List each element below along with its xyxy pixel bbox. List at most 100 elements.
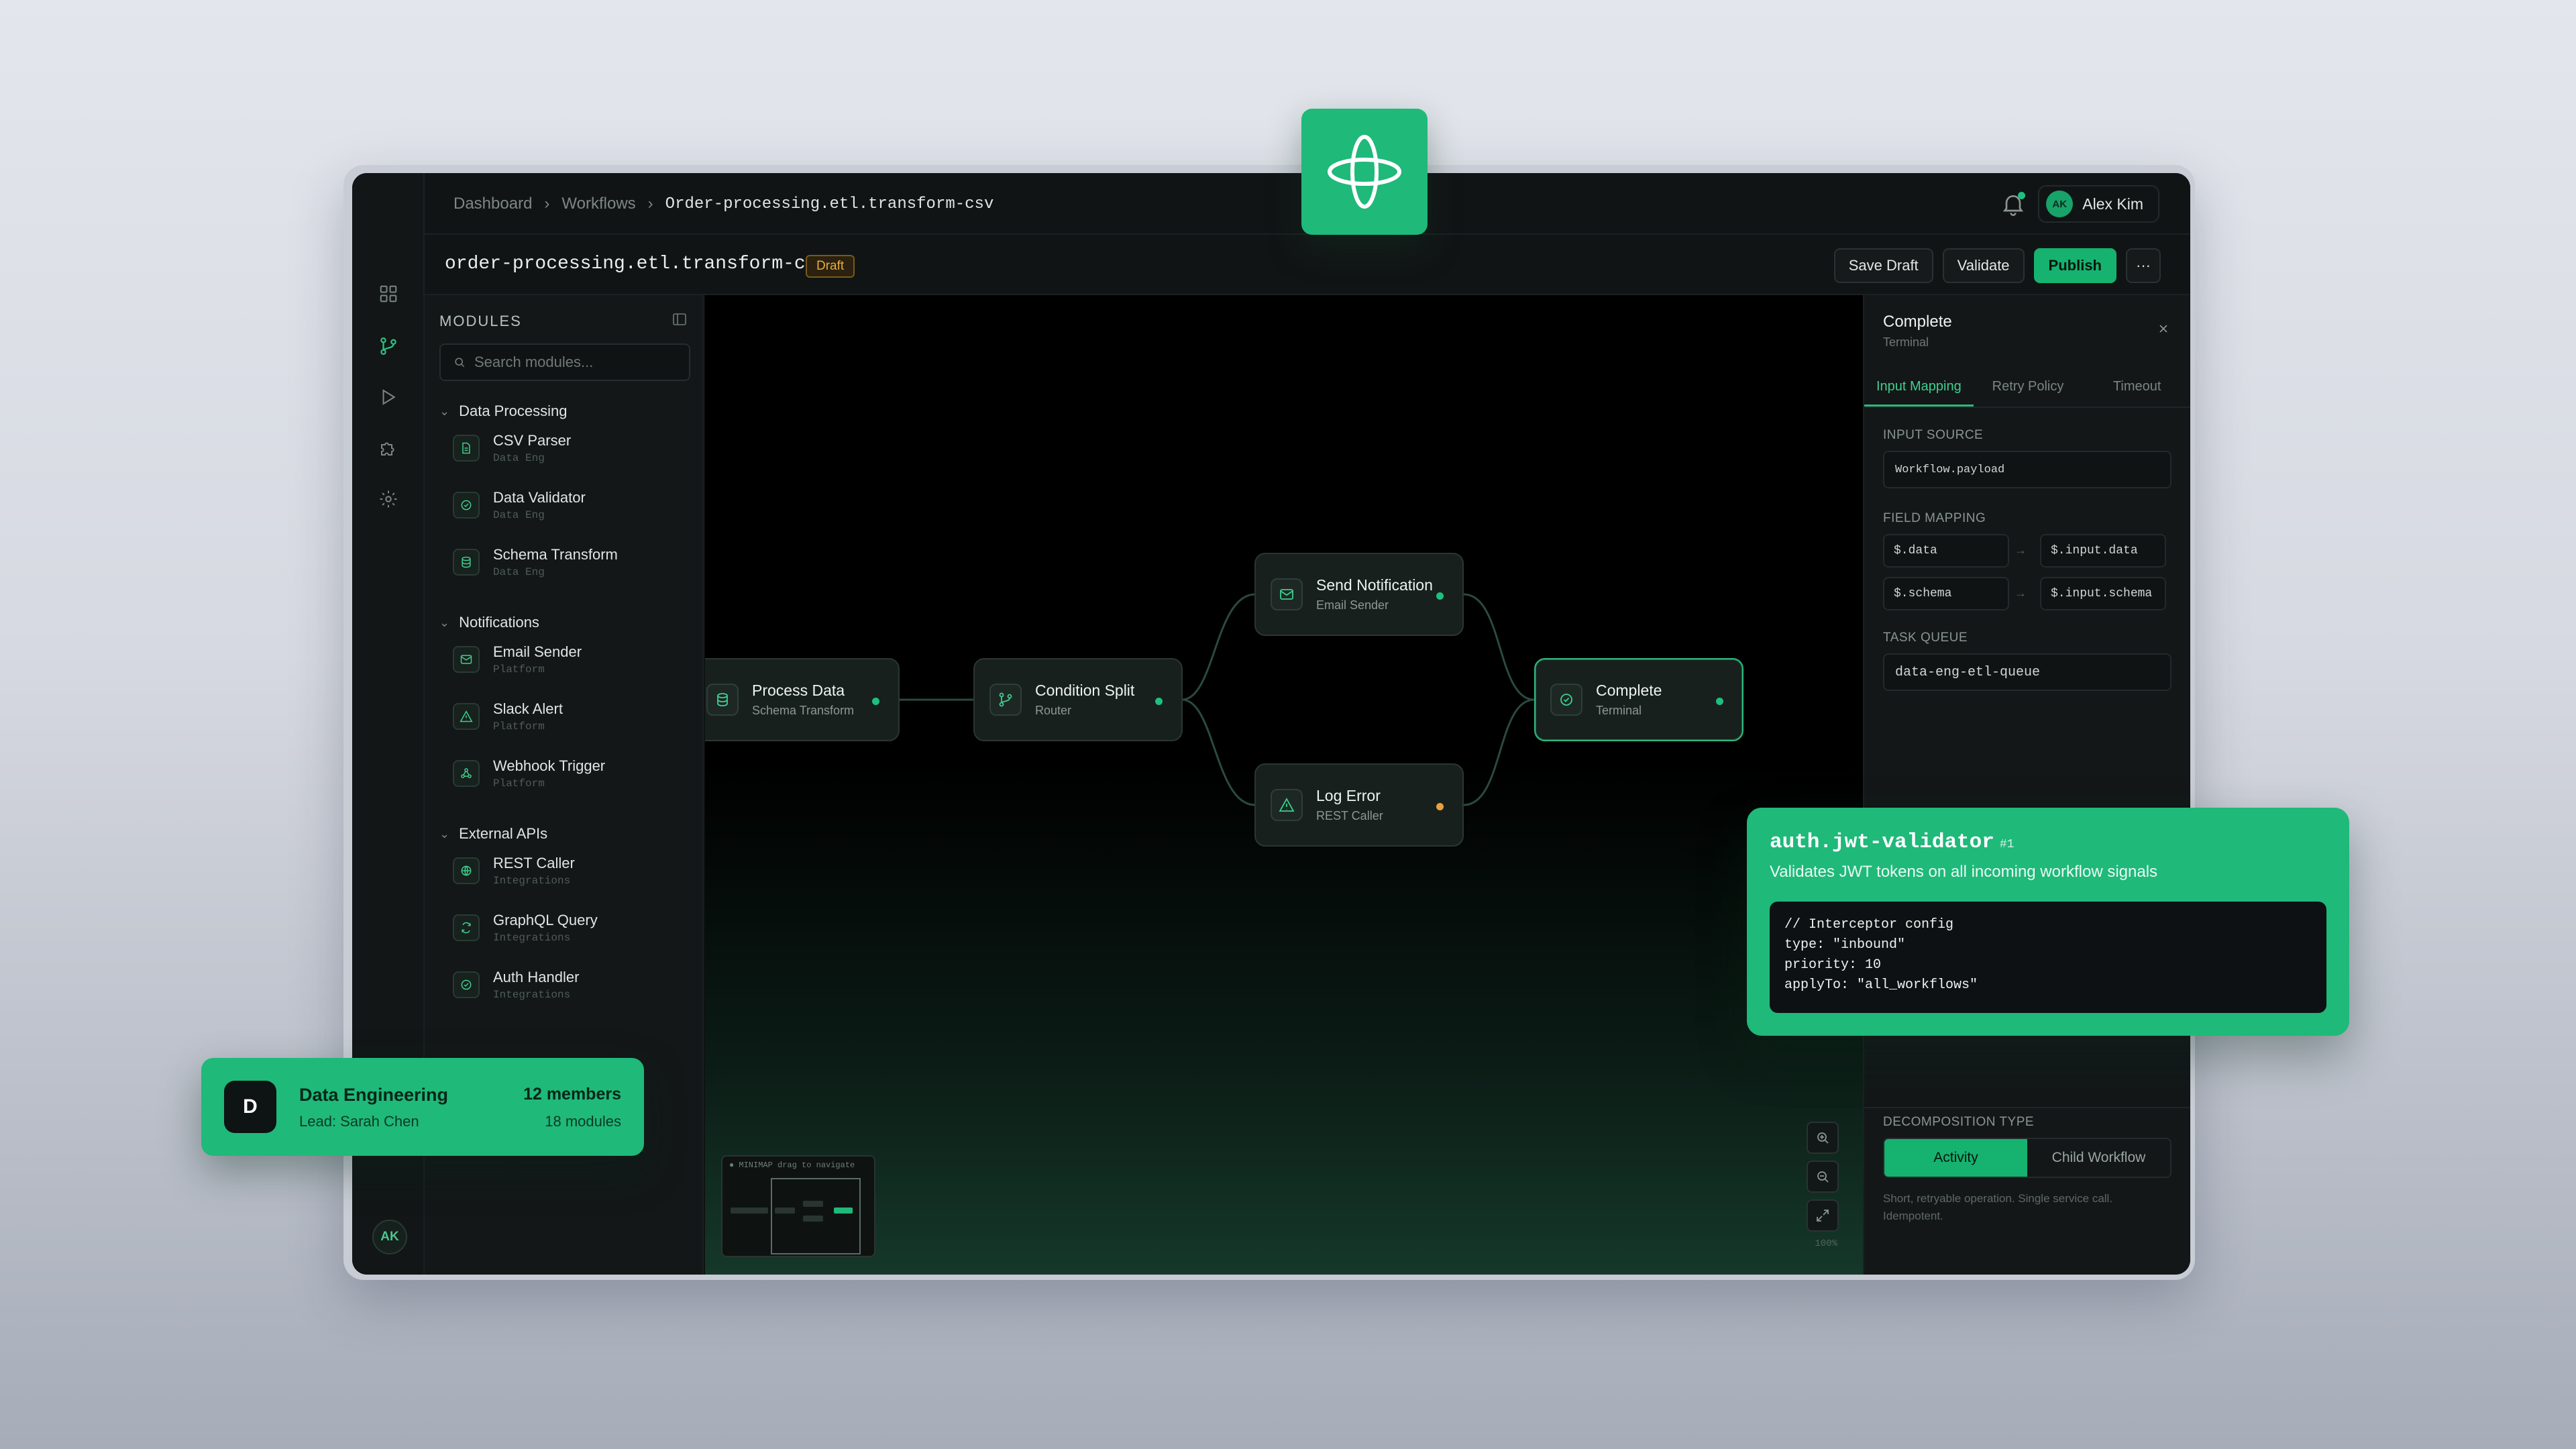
minimap[interactable]: ● MINIMAP drag to navigate — [721, 1155, 875, 1257]
modules-title: MODULES — [439, 313, 522, 329]
output-port[interactable] — [1155, 698, 1163, 705]
close-icon[interactable] — [2157, 322, 2170, 335]
node-title: Process Data — [752, 682, 845, 699]
mail-icon — [1271, 578, 1303, 610]
mapping-to-field[interactable]: $.input.data — [2040, 534, 2166, 568]
notification-dot — [2018, 192, 2025, 199]
task-queue-label: TASK QUEUE — [1883, 631, 1968, 645]
mapping-from-field[interactable]: $.schema — [1883, 577, 2009, 610]
node-title: Log Error — [1316, 787, 1381, 804]
interceptor-index: #1 — [1999, 838, 2015, 851]
zoom-out-icon[interactable] — [1807, 1161, 1839, 1193]
module-team: Integrations — [493, 932, 571, 944]
field-mapping-label: FIELD MAPPING — [1883, 511, 1986, 525]
breadcrumb-dashboard[interactable]: Dashboard — [453, 195, 532, 213]
edge — [1181, 593, 1256, 701]
module-graphql-query[interactable]: GraphQL Query Integrations — [453, 903, 694, 953]
search-input[interactable]: Search modules... — [439, 343, 690, 381]
mapping-to-field[interactable]: $.input.schema — [2040, 577, 2166, 610]
input-source-field[interactable]: Workflow.payload — [1883, 451, 2171, 488]
publish-button[interactable]: Publish — [2033, 248, 2116, 283]
team-name: Data Engineering — [299, 1085, 449, 1105]
user-name: Alex Kim — [2082, 195, 2143, 213]
breadcrumb-current: Order-processing.etl.transform-csv — [665, 195, 994, 213]
user-menu[interactable]: AK Alex Kim — [2038, 185, 2159, 223]
module-rest-caller[interactable]: REST Caller Integrations — [453, 846, 694, 896]
module-title: Schema Transform — [493, 546, 618, 563]
module-team: Platform — [493, 663, 545, 676]
node-complete[interactable]: Complete Terminal — [1534, 658, 1743, 741]
output-port[interactable] — [1716, 698, 1723, 705]
group-external-apis[interactable]: ⌄ External APIs — [439, 825, 547, 843]
module-team: Integrations — [493, 989, 571, 1001]
module-auth-handler[interactable]: Auth Handler Integrations — [453, 960, 694, 1010]
minimap-viewport[interactable] — [771, 1178, 861, 1254]
module-email-sender[interactable]: Email Sender Platform — [453, 635, 694, 684]
alert-triangle-icon — [1271, 789, 1303, 821]
app-logo — [1301, 109, 1428, 235]
play-icon[interactable] — [372, 381, 405, 413]
tab-timeout[interactable]: Timeout — [2082, 368, 2190, 407]
edge — [1463, 593, 1535, 701]
divider — [1864, 1107, 2190, 1108]
team-avatar: D — [224, 1081, 276, 1133]
module-team: Integrations — [493, 875, 571, 887]
branch-icon[interactable] — [372, 330, 405, 362]
module-csv-parser[interactable]: CSV Parser Data Eng — [453, 423, 694, 473]
grid-icon[interactable] — [372, 278, 405, 310]
database-icon — [453, 549, 480, 576]
check-circle-icon — [1550, 684, 1582, 716]
mapping-from-field[interactable]: $.data — [1883, 534, 2009, 568]
chevron-down-icon: ⌄ — [439, 826, 450, 841]
arrow-right-icon: → — [2015, 586, 2027, 600]
group-notifications[interactable]: ⌄ Notifications — [439, 614, 539, 631]
more-options-button[interactable]: ··· — [2126, 248, 2161, 283]
tab-input-mapping[interactable]: Input Mapping — [1864, 368, 1974, 407]
output-port[interactable] — [1436, 592, 1444, 600]
module-team: Platform — [493, 777, 545, 790]
puzzle-icon[interactable] — [372, 432, 405, 464]
collapse-panel-icon[interactable] — [672, 311, 689, 329]
fit-view-icon[interactable] — [1807, 1199, 1839, 1232]
child-workflow-option[interactable]: Child Workflow — [2027, 1139, 2170, 1177]
node-title: Complete — [1596, 682, 1662, 699]
module-slack-alert[interactable]: Slack Alert Platform — [453, 692, 694, 741]
globe-icon — [453, 857, 480, 884]
gear-icon[interactable] — [372, 483, 405, 515]
output-port[interactable] — [872, 698, 879, 705]
validate-button[interactable]: Validate — [1942, 248, 2025, 283]
module-schema-transform[interactable]: Schema Transform Data Eng — [453, 537, 694, 587]
group-data-processing[interactable]: ⌄ Data Processing — [439, 402, 568, 420]
bell-icon[interactable] — [2000, 191, 2027, 217]
workflow-title: order-processing.etl.transform-csv — [445, 254, 828, 274]
module-team: Data Eng — [493, 566, 545, 578]
team-card[interactable]: D Data Engineering Lead: Sarah Chen 12 m… — [201, 1058, 644, 1156]
module-webhook-trigger[interactable]: Webhook Trigger Platform — [453, 749, 694, 798]
module-title: CSV Parser — [493, 432, 572, 449]
zoom-in-icon[interactable] — [1807, 1122, 1839, 1154]
node-subtitle: Schema Transform — [752, 704, 855, 717]
module-team: Platform — [493, 720, 545, 733]
node-log-error[interactable]: Log Error REST Caller — [1254, 763, 1464, 847]
task-queue-field[interactable]: data-eng-etl-queue — [1883, 653, 2171, 691]
node-condition-split[interactable]: Condition Split Router — [973, 658, 1183, 741]
module-data-validator[interactable]: Data Validator Data Eng — [453, 480, 694, 530]
rail-avatar[interactable]: AK — [372, 1220, 407, 1254]
output-port[interactable] — [1436, 803, 1444, 810]
node-process-data[interactable]: Process Data Schema Transform — [705, 658, 900, 741]
module-title: Email Sender — [493, 643, 582, 660]
group-label: Data Processing — [459, 402, 568, 419]
database-icon — [706, 684, 739, 716]
breadcrumb-workflows[interactable]: Workflows — [561, 195, 635, 213]
node-send-notification[interactable]: Send Notification Email Sender — [1254, 553, 1464, 636]
node-subtitle: Router — [1035, 704, 1072, 717]
save-draft-button[interactable]: Save Draft — [1833, 248, 1933, 283]
group-label: External APIs — [459, 825, 548, 842]
team-lead: Lead: Sarah Chen — [299, 1113, 419, 1130]
tab-retry-policy[interactable]: Retry Policy — [1974, 368, 2083, 407]
interceptor-card[interactable]: auth.jwt-validator #1 Validates JWT token… — [1747, 808, 2349, 1036]
workflow-canvas[interactable]: Process Data Schema Transform Condition S… — [705, 295, 1863, 1275]
sparkle-logo-icon — [1328, 135, 1401, 209]
activity-option[interactable]: Activity — [1884, 1139, 2027, 1177]
interceptor-code: // Interceptor config type: "inbound" pr… — [1770, 902, 2326, 1013]
